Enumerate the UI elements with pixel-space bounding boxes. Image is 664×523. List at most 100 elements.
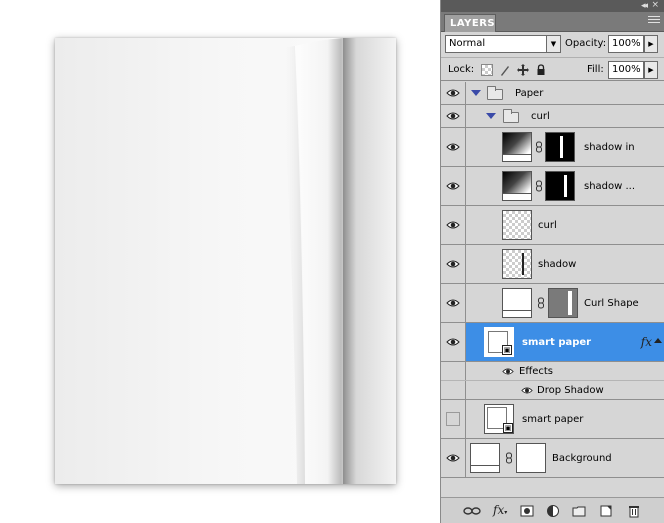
- delete-layer-icon[interactable]: [627, 504, 641, 518]
- folder-icon: [487, 86, 503, 100]
- layer-row-selected[interactable]: ▣ smart paper fx: [441, 323, 664, 362]
- layer-thumbnail: [502, 171, 532, 201]
- layers-panel: ◂◂ × LAYERS Normal ▼ Opacity: 100% ▶ Loc…: [441, 0, 664, 523]
- visibility-toggle[interactable]: [441, 400, 466, 438]
- lock-all-icon[interactable]: [535, 64, 547, 76]
- panel-menu-icon[interactable]: [648, 16, 660, 26]
- eye-icon: [446, 299, 460, 307]
- document-canvas[interactable]: [0, 0, 441, 523]
- layer-mask-thumbnail: [545, 132, 575, 162]
- tab-layers[interactable]: LAYERS: [444, 14, 496, 32]
- effects-row[interactable]: Effects: [441, 362, 664, 381]
- panel-title-bar: ◂◂ ×: [441, 0, 664, 12]
- fill-stepper-button[interactable]: ▶: [644, 61, 658, 79]
- layer-mask-thumbnail: [516, 443, 546, 473]
- eye-column: [441, 381, 466, 399]
- layer-name: Background: [552, 453, 612, 464]
- add-mask-icon[interactable]: [520, 504, 534, 518]
- chain-link-icon[interactable]: [505, 452, 513, 464]
- lock-brush-icon[interactable]: [499, 64, 511, 76]
- layer-name: shadow ...: [584, 181, 636, 192]
- layer-mask-thumbnail: [545, 171, 575, 201]
- fill-input[interactable]: 100%: [608, 61, 644, 79]
- eye-icon[interactable]: [521, 386, 533, 395]
- visibility-toggle[interactable]: [441, 128, 466, 166]
- visibility-toggle[interactable]: [441, 105, 466, 127]
- visibility-toggle[interactable]: [441, 439, 466, 477]
- eye-icon: [446, 89, 460, 97]
- visibility-toggle[interactable]: [441, 245, 466, 283]
- effect-name: Drop Shadow: [537, 385, 604, 396]
- layers-list: Paper curl shadow in shadow ... curl sha…: [441, 82, 664, 496]
- opacity-label: Opacity:: [565, 38, 607, 49]
- close-icon[interactable]: ×: [651, 0, 659, 10]
- link-layers-icon[interactable]: [463, 504, 481, 518]
- panel-tab-row: LAYERS: [441, 12, 664, 32]
- layer-row[interactable]: curl: [441, 206, 664, 245]
- layer-row[interactable]: shadow: [441, 245, 664, 284]
- layer-name: shadow: [538, 259, 577, 270]
- layer-thumbnail: [502, 210, 532, 240]
- visibility-toggle[interactable]: [441, 206, 466, 244]
- visibility-toggle[interactable]: [441, 323, 466, 361]
- layer-row-background[interactable]: Background: [441, 439, 664, 478]
- layer-name: Curl Shape: [584, 298, 639, 309]
- eye-icon[interactable]: [502, 367, 514, 376]
- chain-link-icon[interactable]: [535, 141, 543, 153]
- fill-label: Fill:: [587, 64, 604, 75]
- lock-transparent-icon[interactable]: [481, 64, 493, 76]
- blend-mode-select[interactable]: Normal ▼: [445, 35, 561, 53]
- chain-link-icon[interactable]: [535, 180, 543, 192]
- add-style-icon[interactable]: fx▾: [493, 504, 511, 518]
- eye-icon: [446, 182, 460, 190]
- adjustment-layer-icon[interactable]: [546, 504, 560, 518]
- paper-artwork: [55, 38, 396, 484]
- layer-row-group-curl[interactable]: curl: [441, 105, 664, 128]
- eye-icon: [446, 260, 460, 268]
- visibility-toggle[interactable]: [441, 82, 466, 104]
- visibility-toggle[interactable]: [441, 284, 466, 322]
- smart-object-badge-icon: ▣: [503, 423, 513, 433]
- layer-name: smart paper: [522, 414, 584, 425]
- layer-thumbnail: [502, 288, 532, 318]
- lock-row: Lock: Fill: 100% ▶: [441, 57, 664, 81]
- layer-row[interactable]: shadow in: [441, 128, 664, 167]
- collapse-effects-icon[interactable]: [654, 338, 662, 343]
- opacity-input[interactable]: 100%: [608, 35, 644, 53]
- layer-row[interactable]: Curl Shape: [441, 284, 664, 323]
- layer-thumbnail: [502, 132, 532, 162]
- layer-thumbnail: [470, 443, 500, 473]
- folder-icon: [503, 109, 519, 123]
- layer-name: shadow in: [584, 142, 635, 153]
- new-group-icon[interactable]: [572, 504, 586, 518]
- layer-row[interactable]: shadow ...: [441, 167, 664, 206]
- new-layer-icon[interactable]: [599, 504, 613, 518]
- chevron-down-icon[interactable]: ▼: [546, 36, 560, 52]
- effect-row-drop-shadow[interactable]: Drop Shadow: [441, 381, 664, 400]
- layer-name: Paper: [515, 88, 544, 99]
- layer-row-group-paper[interactable]: Paper: [441, 82, 664, 105]
- effects-label: Effects: [519, 366, 553, 377]
- fx-icon[interactable]: fx: [641, 335, 652, 349]
- layer-row[interactable]: ▣ smart paper: [441, 400, 664, 439]
- hidden-visibility-box[interactable]: [446, 412, 460, 426]
- eye-column: [441, 362, 466, 380]
- smart-object-thumbnail: ▣: [484, 404, 514, 434]
- smart-object-badge-icon: ▣: [502, 345, 512, 355]
- layer-name: curl: [531, 111, 550, 122]
- layers-panel-toolbar: fx▾: [441, 497, 664, 523]
- layer-thumbnail: [502, 249, 532, 279]
- layer-mask-thumbnail: [548, 288, 578, 318]
- lock-label: Lock:: [448, 64, 475, 75]
- opacity-stepper-button[interactable]: ▶: [644, 35, 658, 53]
- eye-icon: [446, 338, 460, 346]
- lock-move-icon[interactable]: [517, 64, 529, 76]
- eye-icon: [446, 221, 460, 229]
- eye-icon: [446, 112, 460, 120]
- blend-mode-value: Normal: [449, 38, 486, 49]
- collapse-icon[interactable]: ◂◂: [641, 1, 648, 11]
- chain-link-icon[interactable]: [537, 297, 545, 309]
- disclosure-triangle-icon[interactable]: [471, 90, 481, 96]
- disclosure-triangle-icon[interactable]: [486, 113, 496, 119]
- visibility-toggle[interactable]: [441, 167, 466, 205]
